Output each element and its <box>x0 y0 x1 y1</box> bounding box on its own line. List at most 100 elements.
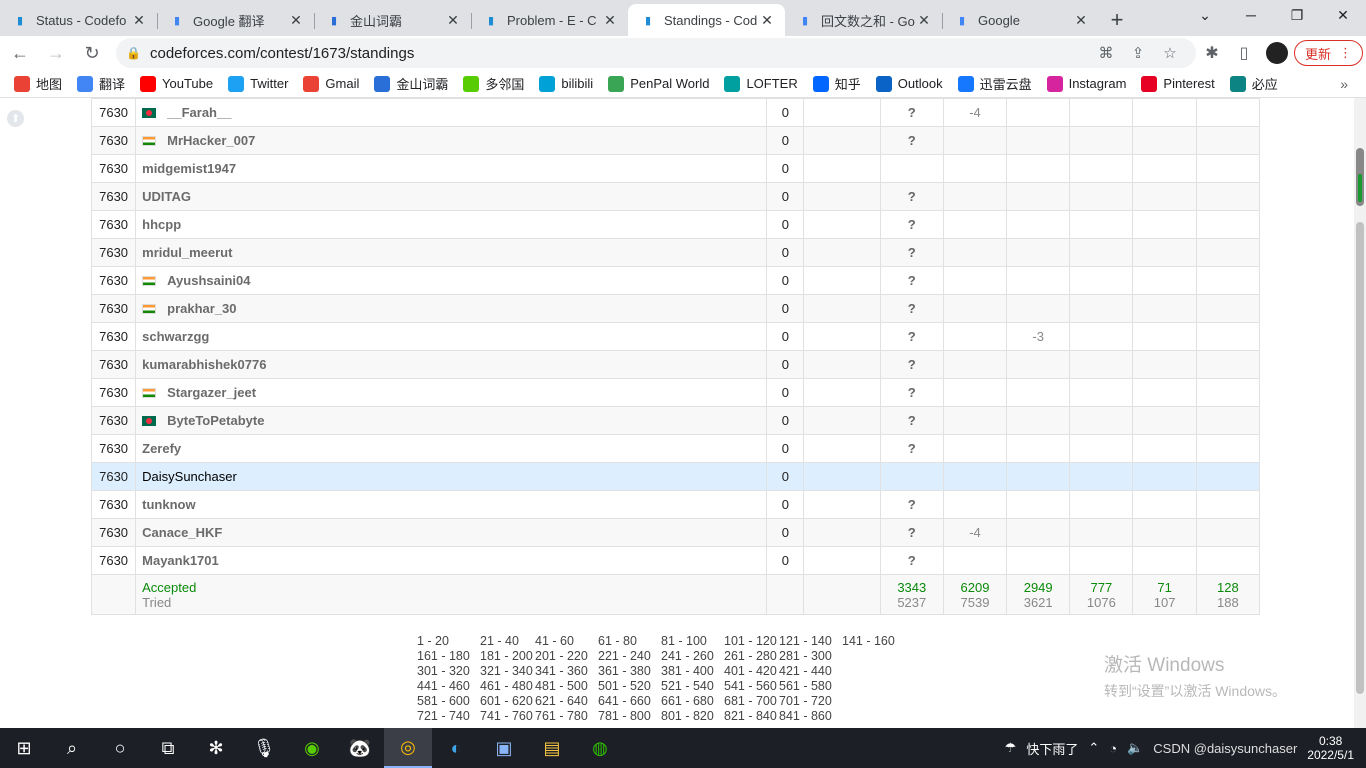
page-link[interactable]: 461 - 480 <box>480 679 535 694</box>
page-link[interactable]: 141 - 160 <box>842 634 905 649</box>
problem-summary-cell[interactable]: 777 1076 <box>1069 574 1134 615</box>
participant-link[interactable]: midgemist1947 <box>142 161 236 176</box>
page-link[interactable]: 201 - 220 <box>535 649 598 664</box>
close-tab-icon[interactable]: ✕ <box>1073 12 1089 29</box>
bookmark-item[interactable]: LOFTER <box>724 75 798 92</box>
browser-tab[interactable]: ▮ 回文数之和 - Go ✕ <box>785 4 942 36</box>
participant-link[interactable]: DaisySunchaser <box>142 469 237 484</box>
page-link[interactable]: 61 - 80 <box>598 634 661 649</box>
problem-cell[interactable]: ? <box>879 210 944 239</box>
participant-link[interactable]: kumarabhishek0776 <box>142 357 266 372</box>
scroll-to-top-icon[interactable]: ⬆ <box>7 110 24 127</box>
browser-tab[interactable]: ▮ Problem - E - C ✕ <box>471 4 628 36</box>
page-link[interactable]: 361 - 380 <box>598 664 661 679</box>
page-link[interactable]: 761 - 780 <box>535 709 598 724</box>
page-link[interactable]: 701 - 720 <box>779 694 842 709</box>
page-link[interactable]: 1 - 20 <box>417 634 480 649</box>
tray-overflow-icon[interactable]: ⌃ <box>1088 740 1099 756</box>
participant-link[interactable]: Mayank1701 <box>142 553 219 568</box>
bookmark-item[interactable]: 多邻国 <box>463 74 524 93</box>
problem-cell[interactable]: -3 <box>1006 322 1071 351</box>
browser-tab[interactable]: ▮ Standings - Cod ✕ <box>628 4 785 36</box>
bookmark-item[interactable]: 必应 <box>1229 74 1278 93</box>
bookmark-item[interactable]: 翻译 <box>77 74 125 93</box>
edge-icon[interactable]: ◐ <box>432 728 480 768</box>
participant-link[interactable]: __Farah__ <box>167 105 231 120</box>
bookmark-item[interactable]: 金山词霸 <box>374 74 448 93</box>
bookmark-item[interactable]: Pinterest <box>1141 75 1215 92</box>
participant-link[interactable]: UDITAG <box>142 189 191 204</box>
page-link[interactable]: 641 - 660 <box>598 694 661 709</box>
bookmark-item[interactable]: PenPal World <box>608 75 709 92</box>
problem-summary-cell[interactable]: 6209 7539 <box>942 574 1008 615</box>
close-tab-icon[interactable]: ✕ <box>288 12 304 29</box>
problem-cell[interactable]: ? <box>879 518 944 547</box>
problem-cell[interactable]: ? <box>879 266 944 295</box>
participant-link[interactable]: Stargazer_jeet <box>167 385 256 400</box>
problem-summary-cell[interactable]: 71 107 <box>1132 574 1197 615</box>
profile-avatar[interactable] <box>1266 42 1288 64</box>
problem-cell[interactable]: ? <box>879 322 944 351</box>
page-link[interactable]: 581 - 600 <box>417 694 480 709</box>
problem-cell[interactable]: ? <box>879 126 944 155</box>
page-link[interactable]: 341 - 360 <box>535 664 598 679</box>
panda-app-icon[interactable]: 🐼 <box>336 728 384 768</box>
umbrella-weather-icon[interactable]: ☂ <box>1005 740 1017 756</box>
problem-cell[interactable]: ? <box>879 406 944 435</box>
problem-cell[interactable]: -4 <box>942 518 1008 547</box>
page-link[interactable]: 221 - 240 <box>598 649 661 664</box>
lock-icon[interactable]: 🔒 <box>126 46 141 60</box>
cortana-icon[interactable]: ○ <box>96 728 144 768</box>
volume-icon[interactable]: 🔈 <box>1127 740 1143 756</box>
new-tab-button[interactable]: + <box>1099 4 1135 36</box>
problem-cell[interactable]: ? <box>879 378 944 407</box>
page-link[interactable]: 261 - 280 <box>724 649 779 664</box>
search-icon[interactable]: ⌕ <box>48 728 96 768</box>
weather-text[interactable]: 快下雨了 <box>1026 739 1078 758</box>
page-link[interactable]: 661 - 680 <box>661 694 724 709</box>
page-link[interactable]: 601 - 620 <box>480 694 535 709</box>
clock[interactable]: 0:38 2022/5/1 <box>1307 734 1354 762</box>
page-link[interactable]: 121 - 140 <box>779 634 842 649</box>
reload-button[interactable]: ↻ <box>76 37 108 69</box>
page-link[interactable]: 441 - 460 <box>417 679 480 694</box>
close-tab-icon[interactable]: ✕ <box>916 12 932 29</box>
wechat-icon[interactable]: ◍ <box>576 728 624 768</box>
problem-cell[interactable]: ? <box>879 294 944 323</box>
page-link[interactable]: 781 - 800 <box>598 709 661 724</box>
page-link[interactable]: 161 - 180 <box>417 649 480 664</box>
update-button[interactable]: 更新 ⋮ <box>1294 40 1364 66</box>
page-link[interactable]: 301 - 320 <box>417 664 480 679</box>
page-link[interactable]: 21 - 40 <box>480 634 535 649</box>
browser-tab[interactable]: ▮ Google 翻译 ✕ <box>157 4 314 36</box>
network-icon[interactable]: ◔ <box>1109 741 1117 756</box>
page-link[interactable]: 41 - 60 <box>535 634 598 649</box>
page-link[interactable]: 101 - 120 <box>724 634 779 649</box>
bookmark-item[interactable]: Instagram <box>1046 75 1126 92</box>
participant-link[interactable]: mridul_meerut <box>142 245 232 260</box>
recorder-app-icon[interactable]: 🎙 <box>240 728 288 768</box>
problem-cell[interactable]: -4 <box>942 98 1008 127</box>
browser-tab[interactable]: ▮ 金山词霸 ✕ <box>314 4 471 36</box>
dev-cpp-icon[interactable]: ▣ <box>480 728 528 768</box>
page-link[interactable]: 181 - 200 <box>480 649 535 664</box>
minimize-button[interactable]: ─ <box>1228 0 1274 30</box>
page-link[interactable]: 541 - 560 <box>724 679 779 694</box>
pinwheel-app-icon[interactable]: ✻ <box>192 728 240 768</box>
bookmark-item[interactable]: 迅雷云盘 <box>957 74 1032 93</box>
task-view-icon[interactable]: ⧉ <box>144 728 192 768</box>
bookmark-item[interactable]: Outlook <box>875 75 943 92</box>
problem-cell[interactable]: ? <box>879 238 944 267</box>
page-link[interactable]: 801 - 820 <box>661 709 724 724</box>
address-bar[interactable]: 🔒 codeforces.com/contest/1673/standings … <box>116 38 1196 68</box>
page-link[interactable]: 721 - 740 <box>417 709 480 724</box>
page-link[interactable]: 321 - 340 <box>480 664 535 679</box>
page-link[interactable]: 741 - 760 <box>480 709 535 724</box>
page-link[interactable]: 621 - 640 <box>535 694 598 709</box>
page-link[interactable]: 501 - 520 <box>598 679 661 694</box>
problem-summary-cell[interactable]: 2949 3621 <box>1006 574 1071 615</box>
participant-link[interactable]: Canace_HKF <box>142 525 222 540</box>
close-tab-icon[interactable]: ✕ <box>759 12 775 29</box>
participant-link[interactable]: Ayushsaini04 <box>167 273 250 288</box>
problem-cell[interactable]: ? <box>879 182 944 211</box>
